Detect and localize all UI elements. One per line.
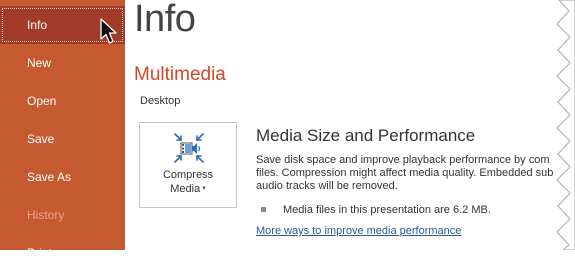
nav-item-save[interactable]: Save [0, 120, 125, 158]
info-pane: Info Multimedia Desktop Compress Media ▾… [125, 0, 575, 250]
chevron-down-icon: ▾ [202, 185, 206, 193]
media-size-description: Save disk space and improve playback per… [256, 154, 554, 192]
mouse-pointer-icon [100, 18, 117, 44]
more-ways-link[interactable]: More ways to improve media performance [256, 225, 461, 237]
nav-item-print[interactable]: Print [0, 234, 125, 272]
media-size-info: Media files in this presentation are 6.2… [283, 204, 491, 216]
square-bullet-icon [261, 207, 266, 212]
nav-item-history: History [0, 196, 125, 234]
nav-item-open[interactable]: Open [0, 82, 125, 120]
torn-edge-decoration [556, 0, 575, 250]
file-location: Desktop [140, 95, 181, 107]
nav-item-label: New [27, 56, 52, 70]
media-size-title: Media Size and Performance [256, 126, 476, 145]
compress-media-label: Compress Media ▾ [162, 169, 214, 195]
page-title: Info [134, 0, 196, 40]
section-heading-multimedia: Multimedia [134, 64, 226, 85]
nav-item-label: Save [27, 132, 55, 146]
nav-item-label: Save As [27, 170, 72, 184]
nav-item-label: Print [27, 246, 52, 260]
nav-item-label: Open [27, 94, 57, 108]
nav-item-new[interactable]: New [0, 44, 125, 82]
compress-media-icon [174, 133, 204, 163]
backstage-nav: Info New Open Save Save As History Print [0, 0, 125, 260]
nav-item-save-as[interactable]: Save As [0, 158, 125, 196]
compress-media-button[interactable]: Compress Media ▾ [139, 122, 237, 208]
nav-item-label: History [27, 208, 65, 222]
nav-item-label: Info [27, 18, 48, 32]
